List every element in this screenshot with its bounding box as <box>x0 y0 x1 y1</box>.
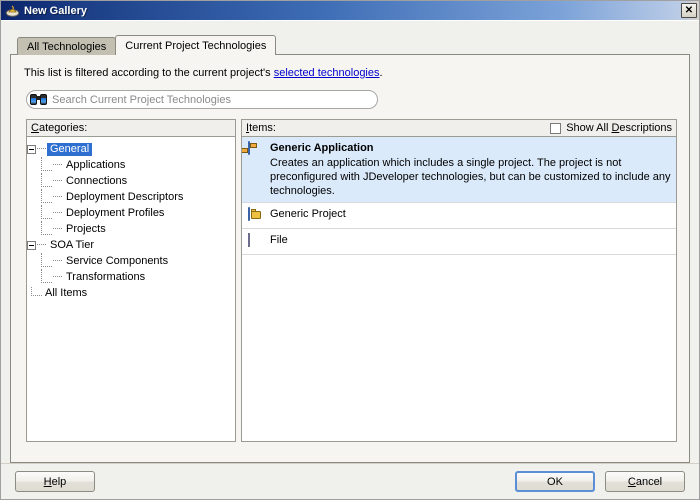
tab-current-project-technologies[interactable]: Current Project Technologies <box>115 35 277 55</box>
tree-item-applications[interactable]: Applications <box>27 157 235 173</box>
application-icon <box>248 141 264 158</box>
tree-item-label: Transformations <box>66 270 146 283</box>
tree-dash <box>53 164 62 166</box>
tab-panel: This list is filtered according to the c… <box>10 54 690 463</box>
tree-item-projects[interactable]: Projects <box>27 221 235 237</box>
categories-pane: Categories: General Applications Connectio… <box>26 119 236 442</box>
file-icon <box>248 233 264 250</box>
tree-dash <box>37 148 46 150</box>
items-pane: Items: Show All Descriptions Generic App… <box>241 119 677 442</box>
new-gallery-dialog: New Gallery ✕ All Technologies Current P… <box>0 0 700 500</box>
folder-icon <box>248 207 264 224</box>
tree-collapse-icon[interactable] <box>27 240 36 250</box>
tree-item-deployment-profiles[interactable]: Deployment Profiles <box>27 205 235 221</box>
tree-branch-line <box>31 287 42 296</box>
list-item-title: File <box>270 234 288 246</box>
tab-current-project-technologies-label: Current Project Technologies <box>125 39 267 52</box>
tree-branch-line <box>41 157 52 171</box>
tree-item-label: Service Components <box>66 254 169 267</box>
tree-dash <box>53 228 62 230</box>
window-title: New Gallery <box>24 4 87 17</box>
tree-item-all-items[interactable]: All Items <box>27 285 235 301</box>
tree-item-label: Applications <box>66 158 126 171</box>
search-placeholder: Search Current Project Technologies <box>52 93 231 106</box>
show-all-descriptions-label[interactable]: Show All Descriptions <box>566 122 672 134</box>
tree-item-deployment-descriptors[interactable]: Deployment Descriptors <box>27 189 235 205</box>
filter-notice: This list is filtered according to the c… <box>24 67 689 79</box>
tree-item-soa-tier[interactable]: SOA Tier <box>27 237 235 253</box>
tree-item-label: Projects <box>66 222 106 235</box>
tree-branch-line <box>41 205 52 219</box>
list-item-title: Generic Application <box>270 142 374 154</box>
tree-item-label: General <box>47 142 93 156</box>
items-header: Items: Show All Descriptions <box>242 120 676 137</box>
items-header-label: tems: <box>249 122 276 134</box>
tree-branch-line <box>41 253 52 267</box>
tree-dash <box>53 260 62 262</box>
title-bar: New Gallery ✕ <box>1 1 699 20</box>
panes: Categories: General Applications Connectio… <box>26 119 677 442</box>
tree-item-label: Connections <box>66 174 128 187</box>
tree-branch-line <box>41 189 52 203</box>
list-item-description: Creates an application which includes a … <box>270 157 671 197</box>
tree-item-label: All Items <box>45 286 88 299</box>
tree-dash <box>53 196 62 198</box>
cancel-button[interactable]: Cancel <box>605 471 685 492</box>
close-icon[interactable]: ✕ <box>681 3 697 18</box>
gallery-icon <box>5 3 20 18</box>
ok-button[interactable]: OK <box>515 471 595 492</box>
tree-item-transformations[interactable]: Transformations <box>27 269 235 285</box>
categories-header-label: ategories: <box>38 122 88 134</box>
categories-tree: General Applications Connections Deployment… <box>27 137 235 301</box>
binoculars-icon <box>30 93 47 106</box>
tab-all-technologies[interactable]: All Technologies <box>17 37 117 55</box>
tree-item-label: SOA Tier <box>50 238 95 251</box>
dialog-footer: Help OK Cancel <box>1 463 699 499</box>
search-input[interactable]: Search Current Project Technologies <box>26 90 378 109</box>
list-item-body: File <box>270 233 672 250</box>
tree-branch-line <box>41 221 52 235</box>
tree-dash <box>53 276 62 278</box>
tree-collapse-icon[interactable] <box>27 144 36 154</box>
tree-item-label: Deployment Profiles <box>66 206 165 219</box>
tree-branch-line <box>41 269 52 283</box>
tree-dash <box>37 244 46 246</box>
list-item-body: Generic Application Creates an applicatio… <box>270 141 672 198</box>
categories-header-key: C <box>31 122 39 134</box>
items-list: Generic Application Creates an applicatio… <box>242 137 676 255</box>
list-item[interactable]: Generic Application Creates an applicatio… <box>242 137 676 203</box>
list-item-title: Generic Project <box>270 208 346 220</box>
search-row: Search Current Project Technologies <box>26 90 689 109</box>
tab-all-technologies-label: All Technologies <box>27 40 107 53</box>
selected-technologies-link[interactable]: selected technologies <box>274 67 380 79</box>
tree-item-service-components[interactable]: Service Components <box>27 253 235 269</box>
tree-item-general[interactable]: General <box>27 141 235 157</box>
tree-branch-line <box>41 173 52 187</box>
tab-strip: All Technologies Current Project Technol… <box>17 34 699 55</box>
tree-item-connections[interactable]: Connections <box>27 173 235 189</box>
categories-body[interactable]: General Applications Connections Deployment… <box>27 137 235 441</box>
tree-item-label: Deployment Descriptors <box>66 190 184 203</box>
categories-header: Categories: <box>27 120 235 137</box>
items-body[interactable]: Generic Application Creates an applicatio… <box>242 137 676 441</box>
filter-notice-prefix: This list is filtered according to the c… <box>24 67 274 79</box>
help-button[interactable]: Help <box>15 471 95 492</box>
tree-dash <box>53 180 62 182</box>
list-item-body: Generic Project <box>270 207 672 224</box>
filter-notice-suffix: . <box>379 67 383 79</box>
list-item[interactable]: Generic Project <box>242 203 676 229</box>
tree-dash <box>53 212 62 214</box>
show-all-descriptions-checkbox[interactable] <box>550 122 562 134</box>
dialog-body: All Technologies Current Project Technol… <box>1 20 699 499</box>
list-item[interactable]: File <box>242 229 676 255</box>
